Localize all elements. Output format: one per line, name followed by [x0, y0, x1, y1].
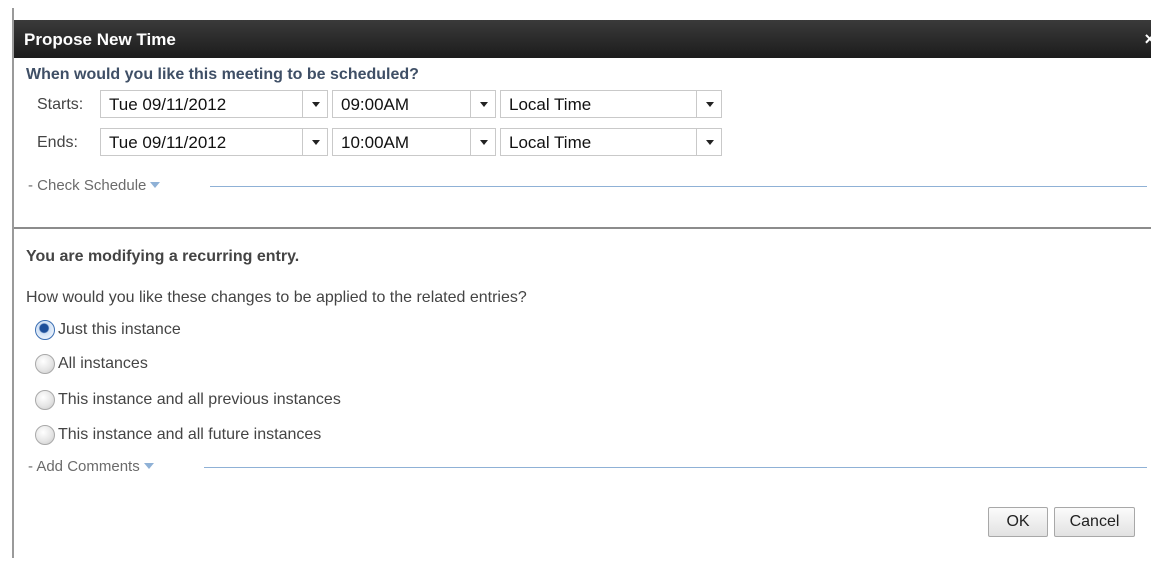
option-label: Just this instance	[58, 321, 181, 338]
chevron-down-icon[interactable]	[302, 91, 327, 117]
section-divider	[14, 227, 1151, 229]
add-comments-rule	[204, 467, 1147, 468]
radio-icon[interactable]	[35, 354, 55, 374]
option-label: This instance and all future instances	[58, 426, 322, 443]
ends-label: Ends:	[37, 134, 78, 151]
end-timezone-select[interactable]: Local Time	[500, 128, 722, 156]
ok-button[interactable]: OK	[988, 507, 1048, 537]
propose-new-time-dialog: Propose New Time × When would you like t…	[12, 8, 1151, 558]
end-date-value: Tue 09/11/2012	[109, 133, 227, 152]
chevron-down-icon[interactable]	[696, 91, 721, 117]
dialog-titlebar[interactable]: Propose New Time ×	[14, 20, 1151, 58]
starts-label: Starts:	[37, 96, 84, 113]
start-time-value: 09:00AM	[341, 95, 410, 114]
dialog-title: Propose New Time	[24, 30, 176, 49]
chevron-down-icon[interactable]	[470, 91, 495, 117]
radio-selected-icon[interactable]	[35, 320, 55, 340]
recurring-title: You are modifying a recurring entry.	[26, 248, 300, 265]
start-date-select[interactable]: Tue 09/11/2012	[100, 90, 328, 118]
apply-changes-question: How would you like these changes to be a…	[26, 289, 527, 306]
schedule-question: When would you like this meeting to be s…	[26, 66, 419, 83]
start-timezone-value: Local Time	[509, 95, 592, 114]
chevron-down-icon[interactable]	[302, 129, 327, 155]
cancel-button[interactable]: Cancel	[1054, 507, 1135, 537]
close-icon[interactable]: ×	[1144, 29, 1151, 50]
chevron-down-icon[interactable]	[470, 129, 495, 155]
check-schedule-rule	[210, 186, 1147, 187]
triangle-down-icon	[150, 182, 161, 188]
option-label: This instance and all previous instances	[58, 391, 341, 408]
end-date-select[interactable]: Tue 09/11/2012	[100, 128, 328, 156]
start-date-value: Tue 09/11/2012	[109, 95, 227, 114]
add-comments-toggle[interactable]: - Add Comments	[28, 458, 154, 475]
end-time-value: 10:00AM	[341, 133, 410, 152]
radio-icon[interactable]	[35, 390, 55, 410]
start-time-select[interactable]: 09:00AM	[332, 90, 496, 118]
chevron-down-icon[interactable]	[696, 129, 721, 155]
triangle-down-icon	[143, 463, 154, 469]
check-schedule-label: - Check Schedule	[28, 177, 147, 194]
end-time-select[interactable]: 10:00AM	[332, 128, 496, 156]
start-timezone-select[interactable]: Local Time	[500, 90, 722, 118]
add-comments-label: - Add Comments	[28, 458, 140, 475]
option-label: All instances	[58, 355, 148, 372]
check-schedule-toggle[interactable]: - Check Schedule	[28, 177, 161, 194]
end-timezone-value: Local Time	[509, 133, 592, 152]
radio-icon[interactable]	[35, 425, 55, 445]
